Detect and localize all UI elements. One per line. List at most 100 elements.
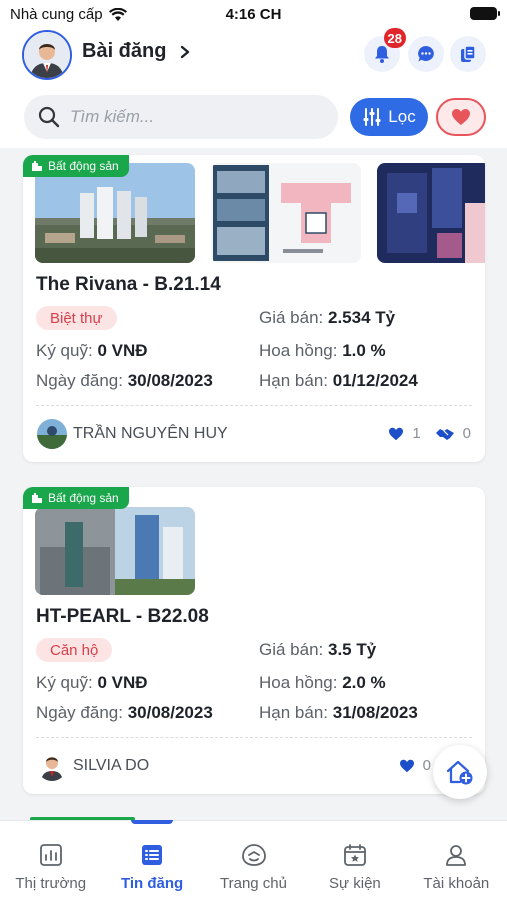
price-value: 3.5 Tỷ — [328, 640, 377, 659]
deadline-label: Hạn bán: — [259, 703, 328, 722]
chart-icon — [39, 844, 62, 866]
commission-label: Hoa hồng: — [259, 673, 338, 692]
nav-item-listings[interactable]: Tin đăng — [101, 820, 202, 900]
page-title-text: Bài đăng — [82, 40, 167, 62]
price-row: Giá bán: 3.5 Tỷ — [259, 640, 376, 660]
property-photo[interactable] — [377, 163, 485, 263]
posted-date-label: Ngày đăng: — [36, 371, 123, 390]
calendar-icon — [344, 844, 366, 866]
filter-label: Lọc — [388, 107, 416, 126]
deadline-value: 31/08/2023 — [332, 703, 418, 722]
commission-value: 1.0 % — [342, 341, 386, 360]
search-box[interactable] — [24, 95, 338, 139]
favorites-button[interactable] — [436, 98, 486, 136]
property-photo[interactable] — [35, 507, 195, 595]
list-icon — [142, 845, 163, 865]
posted-date-row: Ngày đăng: 30/08/2023 — [36, 371, 213, 391]
nav-label: Tài khoản — [423, 875, 490, 892]
deposit-label: Ký quỹ: — [36, 673, 93, 692]
divider — [36, 737, 472, 738]
price-label: Giá bán: — [259, 640, 324, 659]
owner-info[interactable]: SILVIA DO — [37, 751, 149, 781]
nav-label: Tin đăng — [120, 875, 184, 892]
commission-value: 2.0 % — [342, 673, 386, 692]
property-type-badge: Căn hộ — [36, 638, 113, 662]
owner-avatar — [37, 419, 67, 449]
nav-label: Thị trường — [15, 875, 87, 892]
divider — [36, 405, 472, 406]
nav-label: Trang chủ — [220, 875, 287, 892]
commission-row: Hoa hồng: 2.0 % — [259, 673, 386, 693]
notification-badge: 28 — [383, 28, 406, 48]
deposit-label: Ký quỹ: — [36, 341, 93, 360]
person-avatar-icon — [24, 32, 70, 78]
deposit-row: Ký quỹ: 0 VNĐ — [36, 673, 148, 693]
property-type-badge: Biệt thự — [36, 306, 117, 330]
heart-icon[interactable] — [399, 759, 415, 773]
clock: 4:16 CH — [225, 6, 282, 23]
filter-button[interactable]: Lọc — [350, 98, 428, 136]
bottom-nav: Thị trường Tin đăng Trang chủ Sự kiện Tà… — [0, 820, 507, 900]
messages-button[interactable] — [408, 36, 444, 72]
deadline-row: Hạn bán: 01/12/2024 — [259, 371, 418, 391]
nav-item-market[interactable]: Thị trường — [0, 821, 101, 900]
owner-name: SILVIA DO — [73, 757, 150, 774]
header: Bài đăng 28 Lọc — [0, 28, 507, 148]
profile-avatar[interactable] — [22, 30, 72, 80]
chevron-right-icon — [176, 43, 194, 61]
deadline-label: Hạn bán: — [259, 371, 328, 390]
nav-label: Sự kiện — [329, 875, 381, 892]
image-gallery[interactable] — [35, 163, 485, 263]
sliders-icon — [363, 108, 381, 126]
documents-button[interactable] — [450, 36, 486, 72]
property-photo[interactable] — [35, 163, 195, 263]
nav-item-home[interactable]: Trang chủ — [203, 821, 304, 900]
share-count: 0 — [462, 425, 471, 442]
owner-info[interactable]: TRẦN NGUYÊN HUY — [37, 419, 228, 449]
posted-date-value: 30/08/2023 — [127, 703, 213, 722]
deposit-row: Ký quỹ: 0 VNĐ — [36, 341, 148, 361]
battery-icon — [470, 7, 500, 20]
post-card[interactable]: Bất động sản HT-PEARL - B22.08 Căn hộ Gi… — [23, 487, 485, 794]
chat-icon — [418, 46, 434, 62]
category-tag: Bất động sản — [23, 487, 129, 509]
post-stats: 0 — [399, 757, 431, 774]
deadline-value: 01/12/2024 — [332, 371, 418, 390]
building-icon — [32, 493, 42, 503]
home-smile-icon — [241, 844, 266, 866]
add-home-icon — [446, 760, 473, 785]
page-title[interactable]: Bài đăng — [82, 40, 194, 63]
image-gallery[interactable] — [35, 507, 195, 595]
owner-name: TRẦN NGUYÊN HUY — [73, 425, 228, 442]
handshake-icon[interactable] — [435, 427, 455, 441]
posted-date-value: 30/08/2023 — [127, 371, 213, 390]
like-count: 1 — [412, 425, 421, 442]
notification-button[interactable]: 28 — [364, 28, 406, 72]
post-title[interactable]: The Rivana - B.21.14 — [36, 274, 221, 296]
posted-date-label: Ngày đăng: — [36, 703, 123, 722]
category-label: Bất động sản — [48, 159, 119, 173]
nav-item-account[interactable]: Tài khoản — [406, 821, 507, 900]
commission-row: Hoa hồng: 1.0 % — [259, 341, 386, 361]
deposit-value: 0 VNĐ — [97, 341, 148, 360]
category-label: Bất động sản — [48, 491, 119, 505]
posted-date-row: Ngày đăng: 30/08/2023 — [36, 703, 213, 723]
like-count: 0 — [422, 757, 431, 774]
price-row: Giá bán: 2.534 Tỷ — [259, 308, 395, 328]
price-label: Giá bán: — [259, 308, 324, 327]
add-post-button[interactable] — [433, 745, 487, 799]
search-input[interactable] — [70, 107, 310, 127]
documents-icon — [461, 45, 476, 62]
building-icon — [32, 161, 42, 171]
commission-label: Hoa hồng: — [259, 341, 338, 360]
post-card[interactable]: Bất động sản The Rivana - B.21.14 Biệt t… — [23, 155, 485, 462]
heart-icon[interactable] — [388, 427, 404, 441]
deadline-row: Hạn bán: 31/08/2023 — [259, 703, 418, 723]
owner-avatar — [37, 751, 67, 781]
search-icon — [38, 106, 60, 128]
nav-item-events[interactable]: Sự kiện — [304, 821, 405, 900]
status-bar: Nhà cung cấp 4:16 CH — [0, 0, 507, 30]
post-title[interactable]: HT-PEARL - B22.08 — [36, 606, 209, 628]
post-stats: 1 0 — [388, 425, 471, 442]
property-photo[interactable] — [211, 163, 361, 263]
